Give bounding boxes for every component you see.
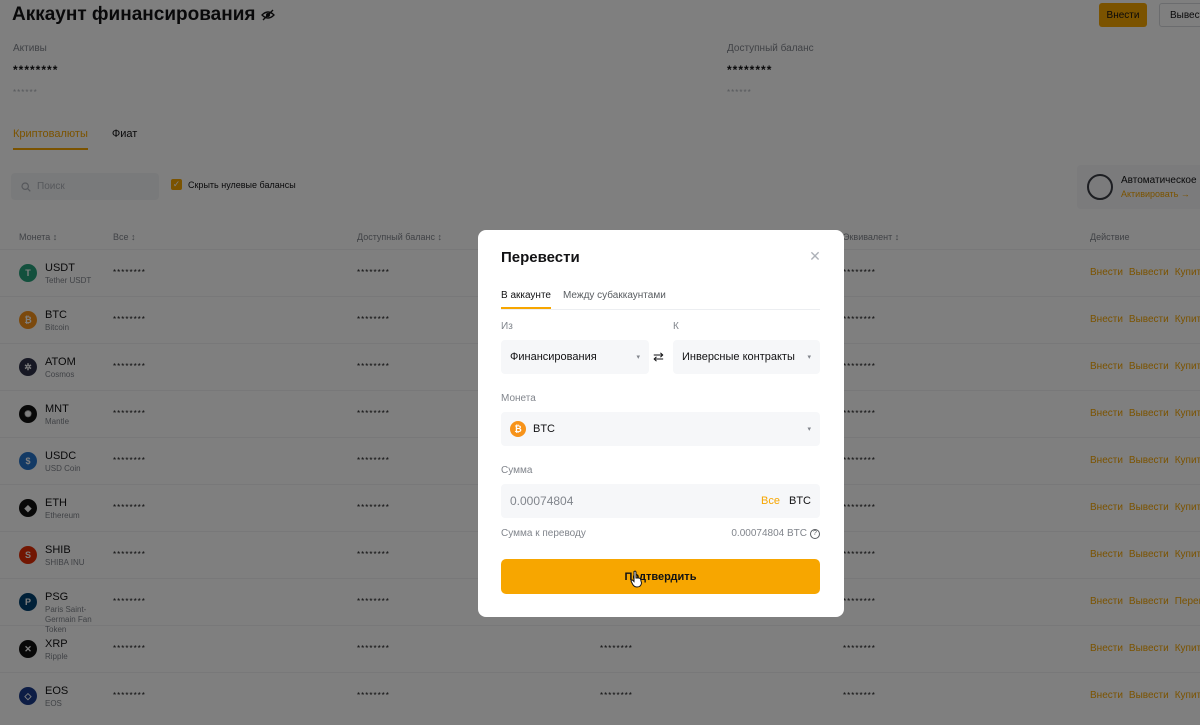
amount-input[interactable]: 0.00074804 Все BTC <box>501 484 820 518</box>
transfer-modal: Перевести ✕ В аккаунте Между субаккаунта… <box>478 230 844 617</box>
chevron-down-icon: ▾ <box>807 426 811 433</box>
hand-cursor-icon <box>630 570 643 588</box>
coin-label: Монета <box>501 393 536 404</box>
amount-value: 0.00074804 <box>510 494 574 508</box>
transfer-sum-label: Сумма к переводу <box>501 528 586 539</box>
coin-select[interactable]: ₿ BTC ▾ <box>501 412 820 446</box>
from-account-select[interactable]: Финансирования ▾ <box>501 340 649 374</box>
bitcoin-icon: ₿ <box>510 421 526 437</box>
tab-in-account[interactable]: В аккаунте <box>501 290 551 309</box>
from-label: Из <box>501 321 513 332</box>
modal-title: Перевести <box>501 249 580 266</box>
confirm-button[interactable]: Подтвердить <box>501 559 820 594</box>
close-icon[interactable]: ✕ <box>807 248 823 264</box>
to-account-value: Инверсные контракты <box>682 351 795 363</box>
amount-unit: BTC <box>789 495 811 507</box>
info-icon[interactable]: ? <box>810 528 820 539</box>
chevron-down-icon: ▾ <box>636 354 640 361</box>
to-account-select[interactable]: Инверсные контракты ▾ <box>673 340 820 374</box>
from-account-value: Финансирования <box>510 351 597 363</box>
swap-icon[interactable]: ⇄ <box>653 349 664 365</box>
transfer-type-tabs: В аккаунте Между субаккаунтами <box>501 290 820 310</box>
tab-between-subaccounts[interactable]: Между субаккаунтами <box>563 290 666 309</box>
chevron-down-icon: ▾ <box>807 354 811 361</box>
to-label: К <box>673 321 679 332</box>
transfer-sum-row: Сумма к переводу 0.00074804 BTC ? <box>501 528 820 539</box>
coin-value: BTC <box>533 423 555 435</box>
transfer-sum-value: 0.00074804 BTC <box>731 528 807 539</box>
amount-label: Сумма <box>501 465 533 476</box>
all-amount-link[interactable]: Все <box>761 495 780 507</box>
